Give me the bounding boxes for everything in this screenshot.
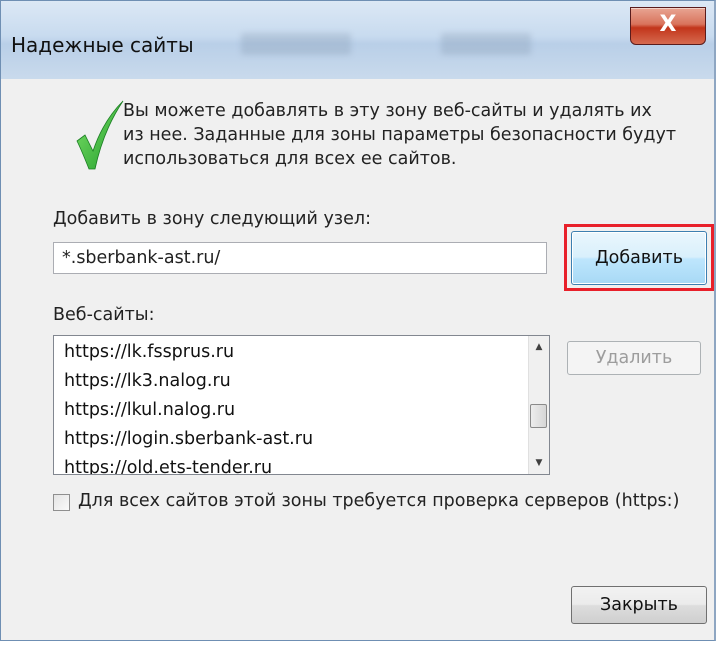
close-button[interactable]: Закрыть (571, 586, 707, 624)
https-required-label[interactable]: Для всех сайтов этой зоны требуется пров… (78, 491, 679, 511)
list-item[interactable]: https://lk.fssprus.ru (64, 342, 234, 362)
list-item[interactable]: https://old.ets-tender.ru (64, 458, 272, 474)
https-required-checkbox[interactable] (53, 494, 70, 511)
list-item[interactable]: https://login.sberbank-ast.ru (64, 429, 313, 449)
add-button[interactable]: Добавить (571, 231, 707, 285)
scroll-thumb[interactable] (530, 404, 547, 428)
add-site-label: Добавить в зону следующий узел: (53, 209, 371, 229)
dialog-content: Вы можете добавлять в эту зону веб-сайты… (15, 79, 714, 640)
checkmark-icon (76, 100, 124, 170)
scroll-up-icon[interactable]: ▲ (529, 338, 549, 356)
scroll-down-icon[interactable]: ▼ (529, 454, 549, 472)
window-title: Надежные сайты (11, 33, 194, 57)
list-item[interactable]: https://lk3.nalog.ru (64, 371, 231, 391)
list-scrollbar[interactable]: ▲ ▼ (528, 336, 549, 474)
zone-description: Вы можете добавлять в эту зону веб-сайты… (123, 99, 713, 171)
close-icon: X (659, 12, 677, 37)
site-address-input[interactable] (53, 242, 547, 274)
background-blur (241, 33, 351, 55)
websites-list[interactable]: https://lk.fssprus.ru https://lk3.nalog.… (53, 335, 550, 475)
close-window-button[interactable]: X (630, 7, 706, 45)
description-line: использоваться для всех ее сайтов. (123, 149, 457, 169)
remove-button[interactable]: Удалить (567, 341, 701, 375)
title-bar[interactable]: Надежные сайты X (1, 1, 714, 79)
trusted-sites-dialog: Надежные сайты X Вы можете добавлять в э… (0, 0, 716, 641)
list-item[interactable]: https://lkul.nalog.ru (64, 400, 235, 420)
description-line: из нее. Заданные для зоны параметры безо… (123, 125, 677, 145)
description-line: Вы можете добавлять в эту зону веб-сайты… (123, 101, 652, 121)
background-blur (441, 33, 531, 55)
websites-label: Веб-сайты: (53, 305, 155, 325)
